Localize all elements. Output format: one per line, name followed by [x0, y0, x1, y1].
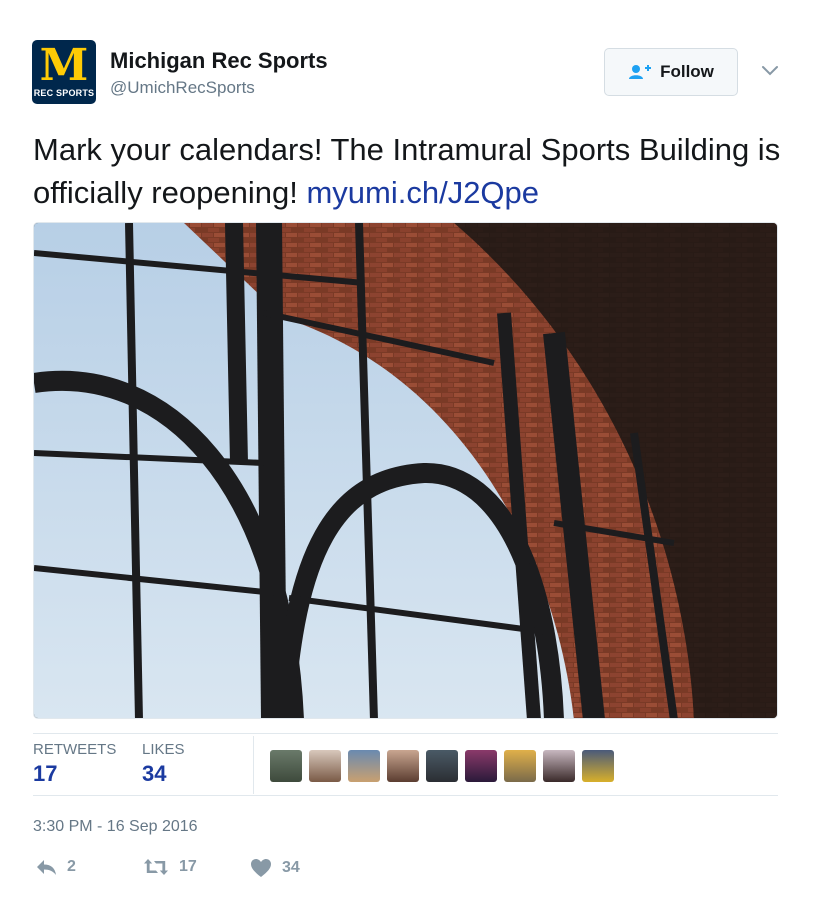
liker-avatar[interactable]: [582, 750, 614, 782]
tweet-timestamp[interactable]: 3:30 PM - 16 Sep 2016: [33, 818, 198, 836]
account-handle[interactable]: @UmichRecSports: [110, 78, 255, 98]
tweet-link[interactable]: myumi.ch/J2Qpe: [306, 175, 539, 210]
display-name[interactable]: Michigan Rec Sports: [110, 48, 328, 74]
reply-icon: [37, 860, 56, 875]
like-count: 34: [282, 859, 300, 876]
stats-separator: [253, 736, 254, 794]
liker-avatar[interactable]: [465, 750, 497, 782]
heart-icon: [251, 859, 271, 877]
stats-bottom-divider: [33, 795, 778, 796]
retweet-count: 17: [179, 858, 197, 875]
add-user-icon: [629, 65, 652, 79]
reply-count: 2: [67, 858, 76, 875]
liker-avatars: [270, 750, 614, 782]
liker-avatar[interactable]: [387, 750, 419, 782]
retweets-count[interactable]: 17: [33, 761, 57, 787]
liker-avatar[interactable]: [504, 750, 536, 782]
tweet-text: Mark your calendars! The Intramural Spor…: [33, 128, 793, 214]
stats-top-divider: [33, 733, 778, 734]
chevron-down-icon[interactable]: [760, 60, 780, 80]
avatar-logo-caption: REC SPORTS: [33, 88, 95, 98]
windows-photo: [34, 223, 777, 718]
liker-avatar[interactable]: [270, 750, 302, 782]
retweet-icon: [144, 859, 168, 875]
tweet-photo[interactable]: [33, 222, 778, 719]
liker-avatar[interactable]: [309, 750, 341, 782]
likes-count[interactable]: 34: [142, 761, 166, 787]
follow-label: Follow: [660, 62, 714, 81]
retweets-label[interactable]: RETWEETS: [33, 741, 116, 758]
follow-button[interactable]: Follow: [604, 48, 738, 96]
reply-button[interactable]: 2: [35, 858, 76, 876]
likes-label[interactable]: LIKES: [142, 741, 185, 758]
like-button[interactable]: 34: [250, 858, 300, 878]
retweet-button[interactable]: 17: [143, 858, 197, 876]
liker-avatar[interactable]: [543, 750, 575, 782]
avatar-logo-letter: M: [39, 40, 89, 91]
liker-avatar[interactable]: [426, 750, 458, 782]
profile-avatar[interactable]: M REC SPORTS: [32, 40, 96, 104]
liker-avatar[interactable]: [348, 750, 380, 782]
